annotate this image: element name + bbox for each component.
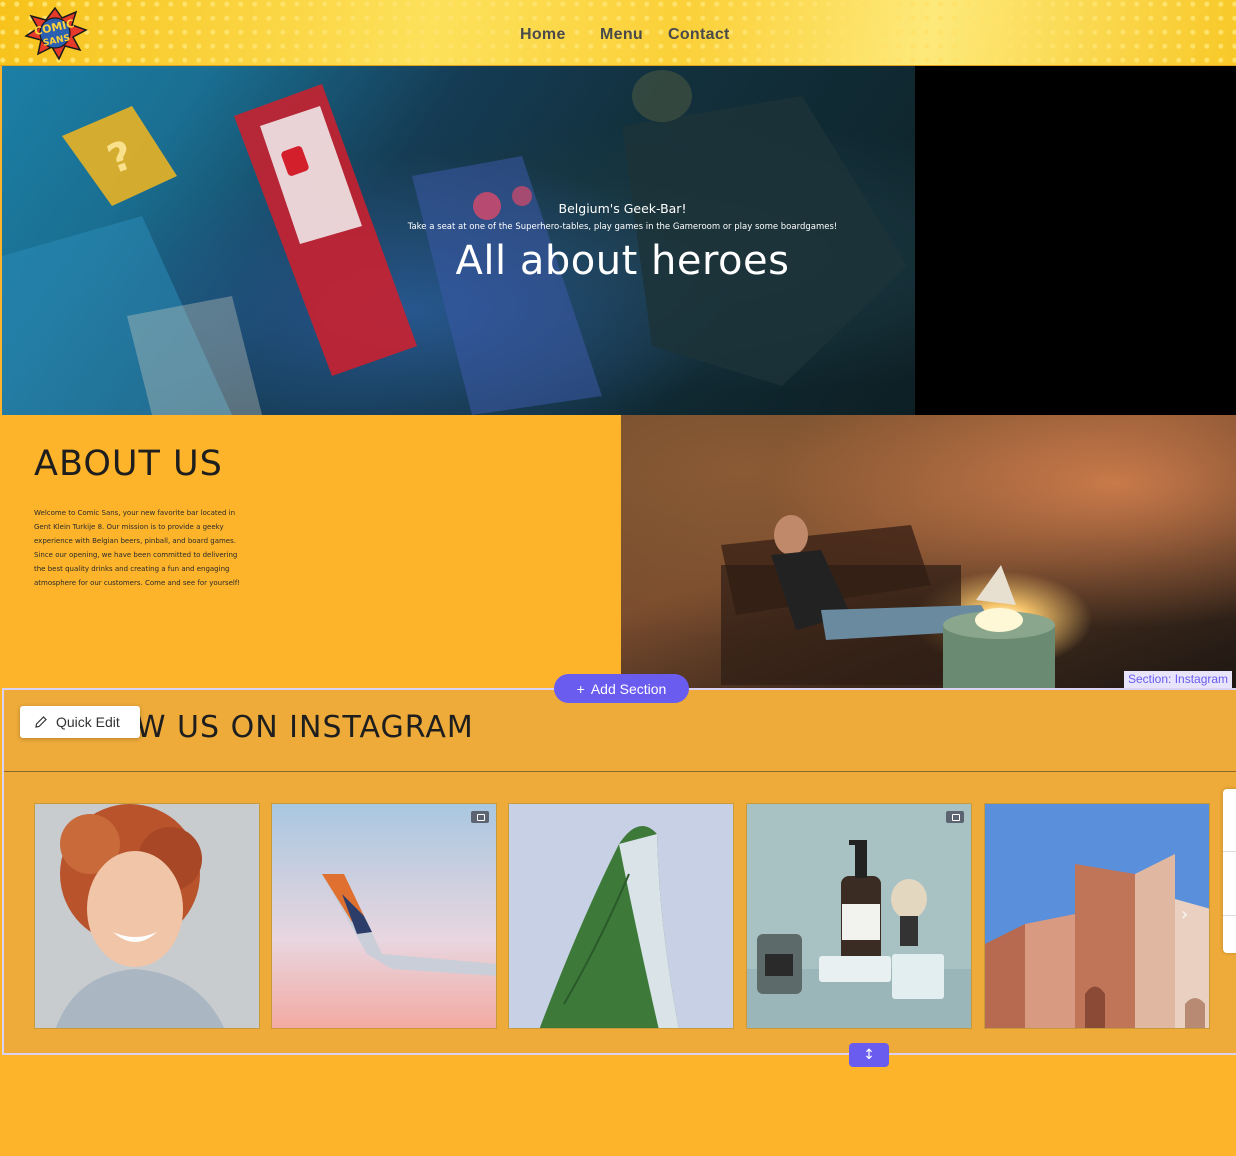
hero-title: All about heroes [455,238,790,284]
side-toolbar[interactable] [1223,789,1236,953]
quick-edit-button[interactable]: Quick Edit [20,706,140,738]
toolbar-separator [1223,851,1236,852]
nav-menu[interactable]: Menu [600,26,643,44]
plus-icon: + [576,680,585,697]
instagram-post[interactable] [508,803,734,1029]
toolbar-separator [1223,915,1236,916]
instagram-post[interactable] [746,803,972,1029]
about-image-shapes [721,515,1055,688]
about-title: ABOUT US [34,444,223,484]
about-body: Welcome to Comic Sans, your new favorite… [34,509,241,587]
banana-leaf-image [509,804,733,1028]
page-lower-area [0,1055,1236,1156]
instagram-divider [4,771,1236,772]
stretch-section-handle[interactable]: ↕ [849,1043,889,1067]
video-badge-icon [471,811,489,823]
vertical-arrows-icon: ↕ [863,1047,875,1063]
about-image [621,415,1236,688]
nav-contact[interactable]: Contact [668,26,730,44]
nav-home[interactable]: Home [520,26,566,44]
site-header: COMIC SANS Home Menu Contact [0,0,1236,66]
quick-edit-label: Quick Edit [56,714,120,730]
hero-section: ? Belgium's Geek-Bar! Take a seat at one… [2,66,1236,415]
grooming-products-image [747,804,971,1028]
architecture-image [985,804,1209,1028]
add-section-label: Add Section [590,680,667,697]
hero-text-block: Belgium's Geek-Bar! Take a seat at one o… [400,201,845,284]
video-badge-icon [946,811,964,823]
main-nav: Home Menu Contact [0,26,1236,46]
instagram-post[interactable] [271,803,497,1029]
instagram-post[interactable] [34,803,260,1029]
section-label: Section: Instagram [1124,671,1233,688]
hero-kicker: Belgium's Geek-Bar! [558,201,687,216]
pencil-icon [35,716,47,728]
woman-laughing-image [35,804,259,1028]
add-section-button[interactable]: + Add Section [554,674,689,703]
airplane-wing-image [272,804,496,1028]
instagram-post[interactable] [984,803,1210,1029]
hero-subtitle: Take a seat at one of the Superhero-tabl… [407,222,838,232]
carousel-next-icon[interactable]: › [1181,904,1188,925]
